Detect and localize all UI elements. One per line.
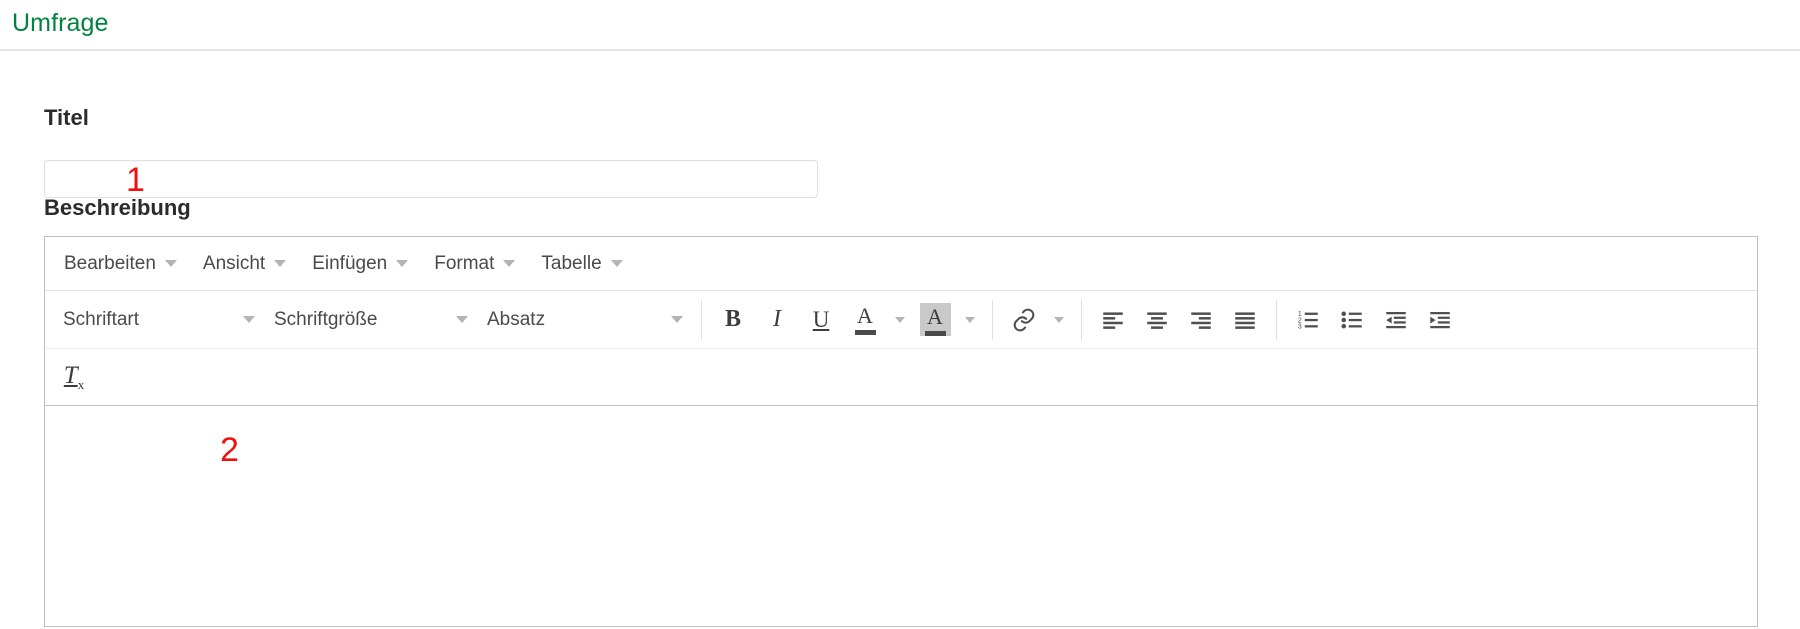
menu-item-label: Format [434,252,495,274]
background-color-dropdown[interactable] [957,299,983,341]
text-color-letter: A [857,302,873,328]
remove-formatting-button[interactable]: Tx [53,356,97,398]
remove-formatting-icon: Tx [64,362,86,393]
underline-icon: U [812,306,830,332]
align-justify-icon [1235,311,1255,329]
font-family-select-label: Schriftart [63,308,140,330]
chevron-down-icon [274,260,287,267]
annotation-marker-2: 2 [220,431,239,469]
link-icon [1013,308,1035,331]
increase-indent-button[interactable] [1418,299,1462,341]
page-header: Umfrage [0,0,1800,51]
svg-text:3: 3 [1298,323,1302,330]
chevron-down-icon [895,316,905,323]
font-size-select[interactable]: Schriftgröße [264,301,477,339]
chevron-down-icon [164,260,177,267]
decrease-indent-icon [1386,311,1406,328]
italic-icon: I [773,306,781,332]
decrease-indent-button[interactable] [1374,299,1418,341]
background-color-letter: A [927,304,943,329]
description-field-label: Beschreibung [44,195,191,220]
text-color-button[interactable]: A [843,299,887,341]
background-color-swatch [924,331,946,336]
chevron-down-icon [456,316,468,323]
text-color-swatch [854,329,876,335]
underline-button[interactable]: U [799,299,843,341]
remove-formatting-x: x [77,376,85,392]
italic-button[interactable]: I [755,299,799,341]
chevron-down-icon [503,260,516,267]
menu-item-ansicht[interactable]: Ansicht [192,249,297,279]
page-title: Umfrage [12,9,109,37]
description-editor-body[interactable]: 2 [45,406,1757,626]
chevron-down-icon [965,316,975,323]
numbered-list-button[interactable]: 1 2 3 [1286,299,1330,341]
title-input[interactable] [44,160,818,198]
chevron-down-icon [1054,316,1064,323]
bold-button[interactable]: B [711,299,755,341]
editor-chrome: Bearbeiten Ansicht Einfügen Format Tabel… [45,237,1757,406]
align-center-icon [1147,311,1167,329]
menu-item-label: Bearbeiten [64,252,156,274]
link-dropdown[interactable] [1046,299,1072,341]
align-center-button[interactable] [1135,299,1179,341]
chevron-down-icon [396,260,409,267]
menu-item-label: Einfügen [312,252,388,274]
toolbar-separator [1081,299,1082,340]
menu-item-label: Tabelle [541,252,602,274]
menu-item-label: Ansicht [202,252,266,274]
text-color-icon: A [854,302,876,335]
numbered-list-icon: 1 2 3 [1298,310,1318,330]
align-right-icon [1191,311,1211,329]
menu-item-format[interactable]: Format [423,249,526,279]
background-color-button[interactable]: A [913,299,957,341]
chevron-down-icon [610,260,623,267]
toolbar-separator [1276,299,1277,340]
chevron-down-icon [243,316,255,323]
remove-formatting-letter: T [63,361,78,389]
block-format-select[interactable]: Absatz [477,301,692,339]
menu-item-tabelle[interactable]: Tabelle [530,249,633,279]
font-family-select[interactable]: Schriftart [53,301,264,339]
editor-menubar: Bearbeiten Ansicht Einfügen Format Tabel… [45,237,1757,291]
align-left-icon [1103,311,1123,329]
description-editor: Bearbeiten Ansicht Einfügen Format Tabel… [44,236,1758,627]
editor-toolbar-row-2: Tx [45,348,1757,405]
align-left-button[interactable] [1091,299,1135,341]
background-color-icon: A [919,303,951,336]
block-format-select-label: Absatz [487,308,546,330]
bullet-list-icon [1341,311,1362,328]
increase-indent-icon [1430,311,1450,328]
text-color-dropdown[interactable] [887,299,913,341]
chevron-down-icon [671,316,683,323]
bullet-list-button[interactable] [1330,299,1374,341]
menu-item-einfuegen[interactable]: Einfügen [301,249,419,279]
menu-item-bearbeiten[interactable]: Bearbeiten [53,249,188,279]
align-justify-button[interactable] [1223,299,1267,341]
toolbar-separator [701,299,702,340]
align-right-button[interactable] [1179,299,1223,341]
font-size-select-label: Schriftgröße [274,308,378,330]
link-button[interactable] [1002,299,1046,341]
bold-icon: B [724,306,741,332]
toolbar-separator [992,299,993,340]
editor-toolbar-row-1: Schriftart Schriftgröße Absatz B I U A A… [45,291,1757,348]
title-field-label: Titel [44,105,89,130]
